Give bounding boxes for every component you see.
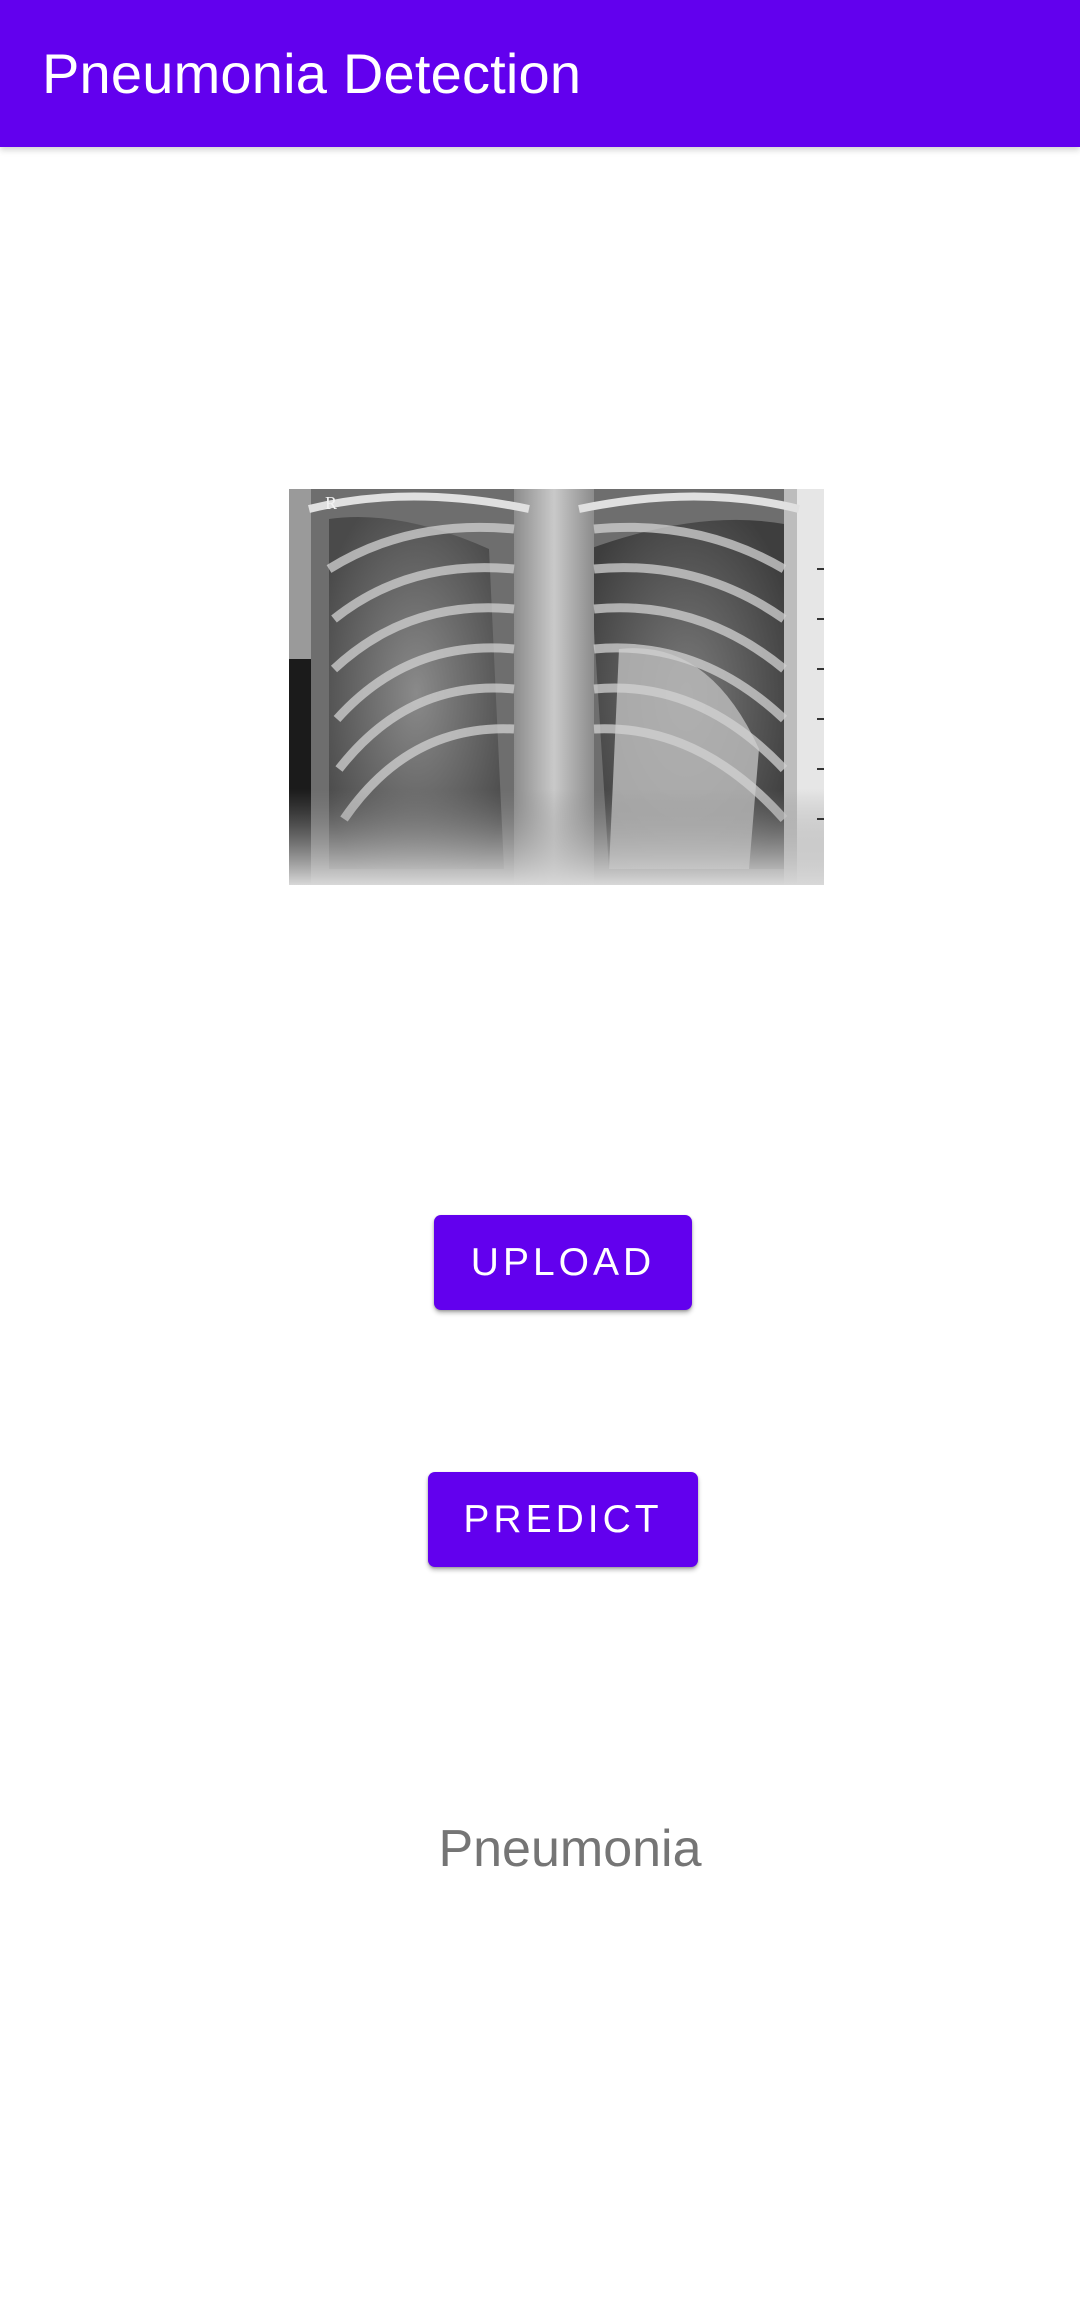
prediction-result-text: Pneumonia [438, 1820, 702, 1878]
xray-marker-label: R [325, 493, 337, 513]
upload-button[interactable]: UPLOAD [434, 1215, 692, 1310]
app-title: Pneumonia Detection [42, 42, 582, 105]
app-screen: Pneumonia Detection R UPLOAD PREDICT Pne… [0, 0, 1080, 2312]
xray-image-preview: R [289, 489, 824, 885]
predict-button[interactable]: PREDICT [428, 1472, 698, 1567]
chest-xray-image: R [289, 489, 824, 885]
app-bar: Pneumonia Detection [0, 0, 1080, 147]
